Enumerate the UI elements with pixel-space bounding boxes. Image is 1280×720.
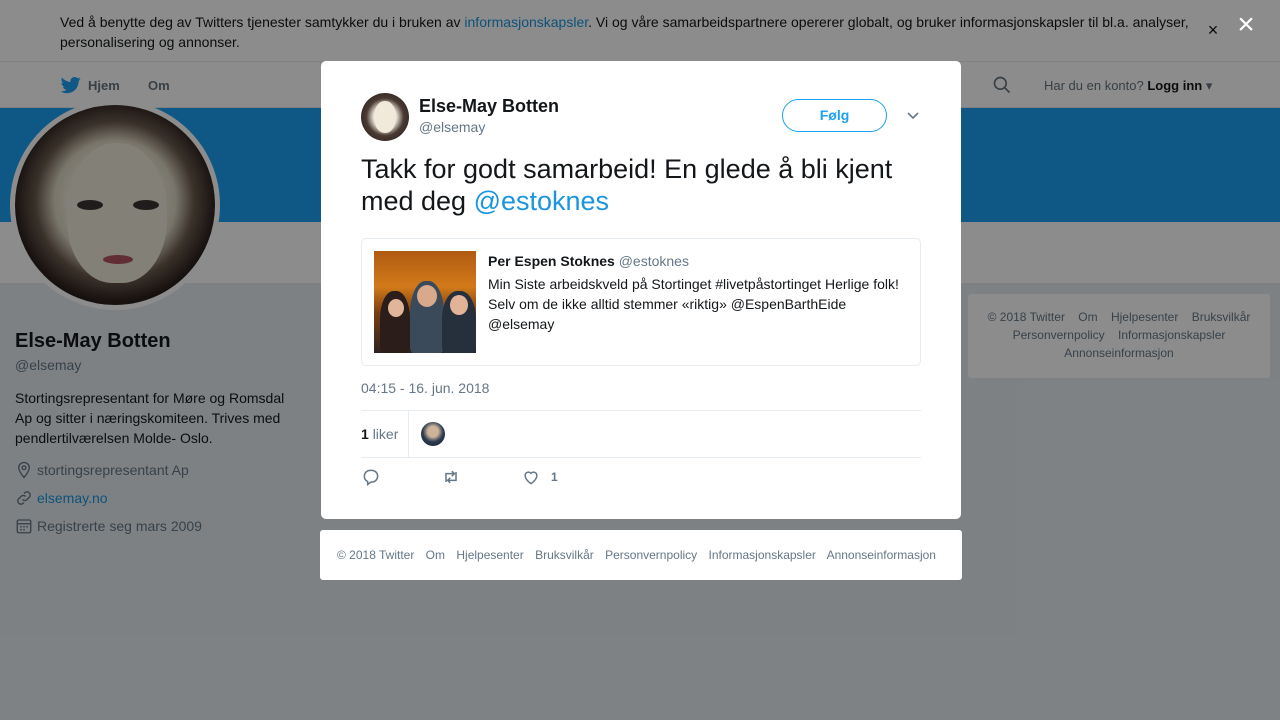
quoted-tweet[interactable]: Per Espen Stoknes @estoknes Min Siste ar… [361, 238, 921, 366]
quoted-tweet-text: Min Siste arbeidskveld på Stortinget #li… [488, 276, 899, 332]
retweet-button[interactable] [441, 467, 461, 487]
tweet-author-avatar[interactable] [361, 93, 409, 141]
photo-face [417, 285, 437, 307]
tweet-mention-link[interactable]: @estoknes [474, 186, 609, 216]
quoted-author-name: Per Espen Stoknes [488, 253, 615, 269]
tweet-author-handle[interactable]: @elsemay [419, 119, 485, 135]
reply-button[interactable] [361, 467, 381, 487]
like-count: 1 [551, 470, 558, 484]
footer-ads-link[interactable]: Annonseinformasjon [827, 548, 936, 562]
footer-terms-link[interactable]: Bruksvilkår [535, 548, 594, 562]
tweet-timestamp[interactable]: 04:15 - 16. jun. 2018 [361, 380, 489, 396]
footer-cookies-link[interactable]: Informasjonskapsler [709, 548, 816, 562]
close-icon[interactable]: × [1232, 10, 1260, 40]
tweet-actions: 1 [361, 467, 661, 491]
avatar-face [374, 101, 396, 133]
quoted-author[interactable]: Per Espen Stoknes @estoknes [488, 253, 689, 269]
quoted-tweet-photo[interactable] [374, 251, 476, 353]
tweet-stats: 1 liker [361, 410, 921, 458]
like-button[interactable]: 1 [521, 467, 558, 487]
tweet-modal: Else-May Botten @elsemay Følg Takk for g… [321, 61, 961, 519]
photo-face [388, 299, 404, 317]
photo-face [450, 295, 468, 315]
modal-footer: © 2018 Twitter Om Hjelpesenter Bruksvilk… [320, 530, 962, 580]
footer-help-link[interactable]: Hjelpesenter [456, 548, 523, 562]
likes-number: 1 [361, 426, 369, 442]
tweet-text: Takk for godt samarbeid! En glede å bli … [361, 153, 931, 217]
quoted-author-handle: @estoknes [618, 253, 689, 269]
tweet-author-name[interactable]: Else-May Botten [419, 96, 559, 117]
tweet-body: Takk for godt samarbeid! En glede å bli … [361, 154, 893, 216]
chevron-down-icon[interactable] [905, 107, 921, 123]
footer-copyright: © 2018 Twitter [337, 548, 415, 562]
liker-avatar[interactable] [421, 422, 445, 446]
footer-privacy-link[interactable]: Personvernpolicy [605, 548, 697, 562]
retweet-icon [445, 470, 457, 484]
reply-icon [363, 469, 379, 486]
likes-label: liker [372, 426, 399, 442]
stats-divider [408, 411, 409, 457]
heart-icon [524, 471, 538, 485]
follow-button[interactable]: Følg [782, 99, 887, 132]
likes-count[interactable]: 1 liker [361, 426, 398, 442]
footer-about-link[interactable]: Om [426, 548, 445, 562]
